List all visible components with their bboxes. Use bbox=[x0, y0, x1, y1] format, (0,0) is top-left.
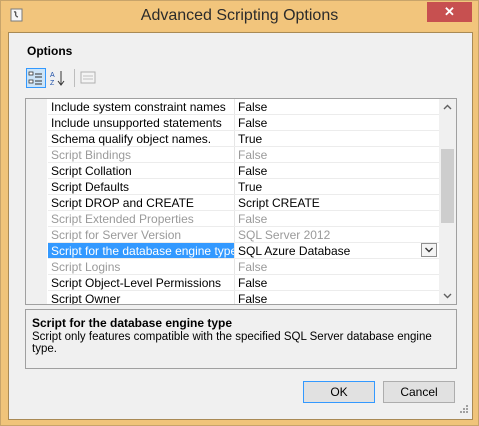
row-margin bbox=[26, 163, 47, 179]
row-margin bbox=[26, 243, 47, 259]
property-value[interactable]: False bbox=[236, 211, 439, 227]
property-row[interactable]: Script DROP and CREATE Script CREATE bbox=[26, 195, 439, 211]
property-name[interactable]: Schema qualify object names. bbox=[48, 131, 235, 147]
svg-text:A: A bbox=[50, 72, 55, 79]
ok-button[interactable]: OK bbox=[303, 381, 375, 403]
value-dropdown-button[interactable] bbox=[421, 243, 437, 257]
close-button[interactable]: ✕ bbox=[427, 2, 472, 22]
description-panel: Script for the database engine type Scri… bbox=[25, 309, 457, 369]
alphabetical-sort-icon: A Z bbox=[50, 71, 65, 87]
toolbar-separator bbox=[74, 69, 75, 87]
property-grid: Include system constraint names False Incl… bbox=[25, 98, 457, 305]
property-value[interactable]: False bbox=[236, 115, 439, 131]
property-value[interactable]: True bbox=[236, 131, 439, 147]
property-value[interactable]: False bbox=[236, 163, 439, 179]
row-margin bbox=[26, 131, 47, 147]
title-bar[interactable]: Advanced Scripting Options ✕ bbox=[1, 1, 478, 31]
window-title: Advanced Scripting Options bbox=[140, 7, 339, 24]
property-row[interactable]: Script for Server Version SQL Server 2012 bbox=[26, 227, 439, 243]
alphabetical-button[interactable]: A Z bbox=[48, 68, 68, 88]
row-margin bbox=[26, 179, 47, 195]
chevron-down-icon bbox=[425, 247, 433, 253]
property-value[interactable]: Script CREATE bbox=[236, 195, 439, 211]
property-pages-button[interactable] bbox=[78, 68, 98, 88]
row-margin bbox=[26, 147, 47, 163]
row-margin bbox=[26, 99, 47, 115]
description-text: Script only features compatible with the… bbox=[32, 331, 432, 355]
row-margin bbox=[26, 211, 47, 227]
property-name[interactable]: Script Bindings bbox=[48, 147, 235, 163]
categorized-icon bbox=[28, 71, 42, 85]
row-margin bbox=[26, 291, 47, 304]
resize-grip-icon[interactable] bbox=[457, 404, 469, 416]
property-name[interactable]: Script Owner bbox=[48, 291, 235, 304]
cancel-button[interactable]: Cancel bbox=[383, 381, 455, 403]
property-name[interactable]: Script DROP and CREATE bbox=[48, 195, 235, 211]
property-name[interactable]: Script for Server Version bbox=[48, 227, 235, 243]
categorized-button[interactable] bbox=[26, 68, 46, 88]
property-grid-toolbar: A Z bbox=[26, 68, 126, 90]
close-icon: ✕ bbox=[444, 4, 455, 19]
property-row[interactable]: Include unsupported statements False bbox=[26, 115, 439, 131]
chevron-up-icon bbox=[443, 104, 452, 110]
property-row[interactable]: Include system constraint names False bbox=[26, 99, 439, 115]
property-row[interactable]: Schema qualify object names. True bbox=[26, 131, 439, 147]
property-row[interactable]: Script Defaults True bbox=[26, 179, 439, 195]
property-name[interactable]: Script for the database engine type bbox=[48, 243, 235, 259]
property-row[interactable]: Script Owner False bbox=[26, 291, 439, 304]
property-value[interactable]: False bbox=[236, 99, 439, 115]
scroll-up-arrow[interactable] bbox=[439, 99, 456, 116]
property-value[interactable]: False bbox=[236, 259, 439, 275]
dialog-window: Advanced Scripting Options ✕ Options A Z… bbox=[0, 0, 479, 426]
options-heading: Options bbox=[27, 44, 73, 58]
svg-text:Z: Z bbox=[50, 80, 55, 87]
property-value[interactable]: False bbox=[236, 291, 439, 304]
description-title: Script for the database engine type bbox=[32, 316, 233, 330]
row-margin bbox=[26, 115, 47, 131]
property-name[interactable]: Include system constraint names bbox=[48, 99, 235, 115]
property-name[interactable]: Script Logins bbox=[48, 259, 235, 275]
dialog-body: Options A Z Include system constraint na… bbox=[8, 32, 473, 420]
vertical-scrollbar[interactable] bbox=[439, 99, 456, 304]
property-row[interactable]: Script for the database engine type SQL A… bbox=[26, 243, 439, 259]
property-row[interactable]: Script Logins False bbox=[26, 259, 439, 275]
row-margin bbox=[26, 275, 47, 291]
row-margin bbox=[26, 227, 47, 243]
property-name[interactable]: Script Object-Level Permissions bbox=[48, 275, 235, 291]
property-row[interactable]: Script Bindings False bbox=[26, 147, 439, 163]
property-row[interactable]: Script Extended Properties False bbox=[26, 211, 439, 227]
property-value[interactable]: False bbox=[236, 275, 439, 291]
property-row[interactable]: Script Object-Level Permissions False bbox=[26, 275, 439, 291]
row-margin bbox=[26, 195, 47, 211]
property-name[interactable]: Script Extended Properties bbox=[48, 211, 235, 227]
property-name[interactable]: Script Defaults bbox=[48, 179, 235, 195]
property-pages-icon bbox=[80, 71, 96, 84]
row-margin bbox=[26, 259, 47, 275]
property-value[interactable]: SQL Server 2012 bbox=[236, 227, 439, 243]
property-row[interactable]: Script Collation False bbox=[26, 163, 439, 179]
property-value[interactable]: SQL Azure Database bbox=[236, 243, 439, 259]
property-name[interactable]: Include unsupported statements bbox=[48, 115, 235, 131]
property-value[interactable]: False bbox=[236, 147, 439, 163]
scrollbar-thumb[interactable] bbox=[441, 149, 454, 223]
chevron-down-icon bbox=[443, 293, 452, 299]
scroll-down-arrow[interactable] bbox=[439, 287, 456, 304]
property-name[interactable]: Script Collation bbox=[48, 163, 235, 179]
property-value[interactable]: True bbox=[236, 179, 439, 195]
